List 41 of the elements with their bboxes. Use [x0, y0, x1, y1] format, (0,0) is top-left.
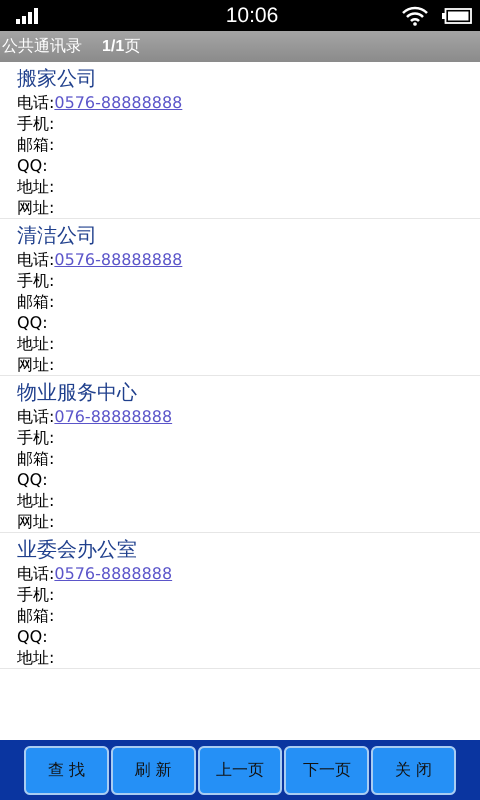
field-label: QQ: — [17, 156, 48, 175]
field-label: 手机: — [17, 271, 54, 290]
toolbar-button[interactable]: 上一页 — [198, 746, 282, 795]
field-label: QQ: — [17, 627, 48, 646]
field-label: 邮箱: — [17, 292, 54, 311]
field-label: 电话: — [17, 93, 54, 112]
field-label: 地址: — [17, 177, 54, 196]
phone-link[interactable]: 076-88888888 — [54, 407, 172, 426]
field-label: 手机: — [17, 428, 54, 447]
field-label: 邮箱: — [17, 606, 54, 625]
battery-icon — [442, 8, 472, 24]
field-label: 手机: — [17, 585, 54, 604]
toolbar-button[interactable]: 刷 新 — [110, 746, 196, 795]
field-label: 电话: — [17, 564, 54, 583]
field-label: 电话: — [17, 250, 54, 269]
toolbar-button[interactable]: 查 找 — [24, 746, 109, 795]
phone-link[interactable]: 0576-88888888 — [54, 250, 182, 269]
contact-name: 物业服务中心 — [17, 379, 138, 406]
toolbar-button[interactable]: 关 闭 — [371, 746, 456, 795]
field-label: 手机: — [17, 114, 54, 133]
field-label: 邮箱: — [17, 135, 54, 154]
field-label: 地址: — [17, 334, 54, 353]
toolbar-button[interactable]: 下一页 — [284, 746, 370, 795]
phone-link[interactable]: 0576-88888888 — [54, 93, 182, 112]
contact-name: 清洁公司 — [17, 222, 98, 249]
field-label: 网址: — [17, 355, 54, 374]
contact-name: 业委会办公室 — [17, 536, 138, 563]
field-label: 电话: — [17, 407, 54, 426]
field-label: QQ: — [17, 470, 48, 489]
field-label: 网址: — [17, 198, 54, 217]
page-title: 公共通讯录 — [2, 36, 82, 57]
phone-link[interactable]: 0576-8888888 — [54, 564, 172, 583]
contact-name: 搬家公司 — [17, 65, 98, 92]
field-label: 地址: — [17, 648, 54, 667]
field-label: QQ: — [17, 313, 48, 332]
field-label: 邮箱: — [17, 449, 54, 468]
field-label: 网址: — [17, 512, 54, 531]
field-label: 地址: — [17, 491, 54, 510]
wifi-icon — [402, 6, 428, 26]
page-count: 1/1页 — [102, 36, 140, 57]
clock-time: 10:06 — [226, 4, 278, 28]
